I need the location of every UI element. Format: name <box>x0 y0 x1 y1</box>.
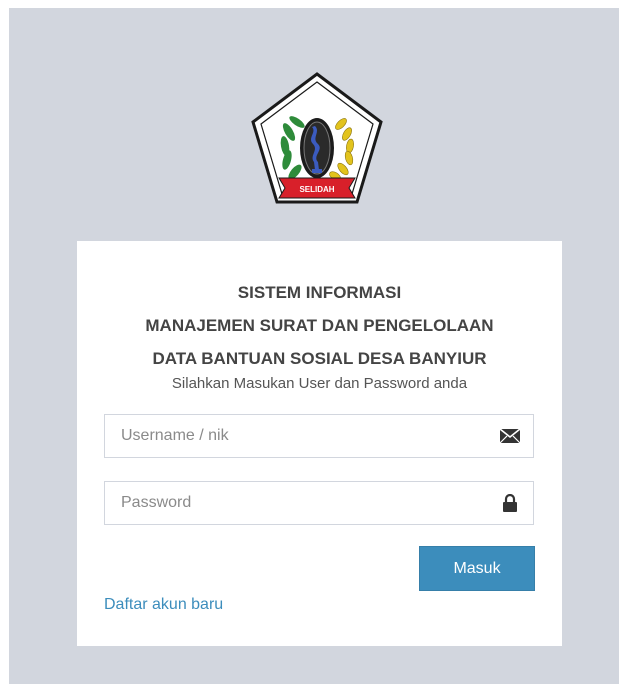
login-subtitle: Silahkan Masukan User dan Password anda <box>171 375 468 392</box>
village-emblem-logo: SELIDAH <box>249 70 385 206</box>
envelope-icon <box>499 427 521 445</box>
login-title-line-1: SISTEM INFORMASI <box>237 283 402 302</box>
password-input[interactable] <box>105 482 495 524</box>
register-link[interactable]: Daftar akun baru <box>104 596 223 614</box>
emblem-svg: SELIDAH <box>251 72 383 204</box>
login-title-line-3: DATA BANTUAN SOSIAL DESA BANYIUR <box>152 349 487 368</box>
login-button[interactable]: Masuk <box>419 546 535 591</box>
password-field <box>104 481 534 525</box>
username-input[interactable] <box>105 415 495 457</box>
username-field <box>104 414 534 458</box>
emblem-banner-text: SELIDAH <box>299 185 334 194</box>
login-box: SISTEM INFORMASI MANAJEMEN SURAT DAN PEN… <box>77 241 562 646</box>
lock-icon <box>499 493 521 512</box>
login-page: SELIDAH SISTEM INFORMASI MANAJEMEN SURAT… <box>9 8 619 684</box>
login-title-line-2: MANAJEMEN SURAT DAN PENGELOLAAN <box>145 316 494 335</box>
